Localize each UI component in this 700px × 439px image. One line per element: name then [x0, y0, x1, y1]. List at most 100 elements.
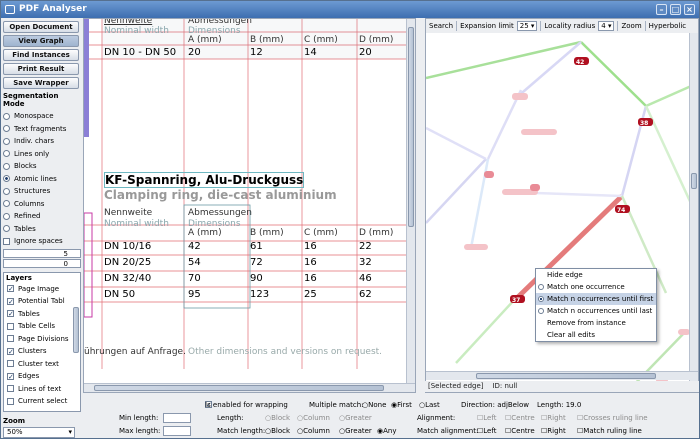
segmentation-option-label: Atomic lines — [14, 174, 57, 183]
segmentation-option[interactable]: Indiv. chars — [3, 135, 81, 148]
align-right-checkbox[interactable]: ☐ Right — [541, 414, 566, 422]
graph-hscroll[interactable] — [426, 371, 698, 380]
edge-context-menu[interactable]: Hide edge Match one occurrence Match n occ… — [535, 268, 657, 342]
segmentation-option[interactable]: Refined — [3, 210, 81, 223]
match-alignment-label: Match alignment: — [417, 427, 479, 435]
footer-de: ührungen auf Anfrage. — [84, 347, 186, 357]
ml-greater-radio[interactable]: ○ Greater — [339, 427, 372, 435]
layer-label: Lines of text — [18, 384, 62, 393]
control-panel: Open Document View Graph Find Instances … — [3, 18, 81, 438]
layer-checkbox[interactable]: Current select — [7, 395, 80, 408]
spinner-bottom[interactable]: 0 — [3, 258, 81, 268]
segmentation-option[interactable]: Lines only — [3, 148, 81, 161]
view-graph-button[interactable]: View Graph — [3, 35, 79, 47]
max-length-spinner[interactable] — [163, 426, 191, 436]
footer-en: Other dimensions and versions on request… — [188, 347, 383, 357]
checkbox-icon: ✓ — [7, 297, 14, 306]
context-menu-item[interactable]: Hide edge — [536, 269, 656, 281]
segmentation-option[interactable]: Monospace — [3, 110, 81, 123]
mm-last-radio[interactable]: ○ Last — [419, 401, 440, 409]
layer-label: Page Image — [18, 284, 60, 293]
app-icon — [5, 5, 15, 14]
len-greater-radio[interactable]: ○ Greater — [339, 414, 372, 422]
zoom-button[interactable]: Zoom — [621, 22, 641, 30]
layer-label: Potential Tabl — [18, 297, 65, 306]
segmentation-option[interactable]: Text fragments — [3, 123, 81, 136]
document-vscroll[interactable] — [406, 19, 415, 383]
ml-block-radio[interactable]: ○ Block — [265, 427, 290, 435]
layer-checkbox[interactable]: ✓ Tables — [7, 308, 80, 321]
print-result-button[interactable]: Print Result — [3, 63, 79, 75]
expansion-select[interactable]: 25 ▾ — [516, 21, 538, 31]
context-menu-item[interactable]: Remove from instance — [536, 317, 656, 329]
ignore-spaces-checkbox[interactable]: Ignore spaces — [3, 235, 81, 248]
segmentation-option[interactable]: Blocks — [3, 160, 81, 173]
layers-heading: Layers — [6, 273, 32, 282]
layers-list: Layers ✓ Page Image ✓ Potential Tabl ✓ Tables… — [3, 271, 81, 412]
ma-right-checkbox[interactable]: ☐ Right — [541, 427, 566, 435]
locality-label: Locality radius — [544, 22, 596, 30]
ml-any-radio[interactable]: ◉ Any — [377, 427, 396, 435]
find-instances-button[interactable]: Find Instances — [3, 49, 79, 61]
len-block-radio[interactable]: ○ Block — [265, 414, 290, 422]
column-header: D (mm) — [359, 228, 394, 238]
context-menu-item[interactable]: Match n occurrences until last — [536, 305, 656, 317]
context-menu-item[interactable]: Clear all edits — [536, 329, 656, 341]
match-ruling-checkbox[interactable]: ☐ Match ruling line — [577, 427, 642, 435]
layer-checkbox[interactable]: ✓ Edges — [7, 370, 80, 383]
document-view[interactable]: Nennweite Nominal width Abmessungen Dime… — [83, 18, 416, 393]
ml-column-radio[interactable]: ○ Column — [297, 427, 330, 435]
segmentation-option[interactable]: Tables — [3, 223, 81, 236]
len-column-radio[interactable]: ○ Column — [297, 414, 330, 422]
search-button[interactable]: Search — [429, 22, 453, 30]
menu-item-label: Match one occurrence — [547, 283, 625, 291]
maximize-icon[interactable]: □ — [670, 4, 681, 15]
mm-first-radio[interactable]: ◉ First — [391, 401, 412, 409]
segmentation-option[interactable]: Atomic lines — [3, 173, 81, 186]
table-bracket — [84, 212, 93, 318]
layers-scrollbar[interactable] — [73, 306, 79, 353]
minimize-icon[interactable]: – — [656, 4, 667, 15]
mm-none-radio[interactable]: ○ None — [362, 401, 386, 409]
layer-checkbox[interactable]: ✓ Potential Tabl — [7, 295, 80, 308]
close-icon[interactable]: × — [684, 4, 695, 15]
align-left-checkbox[interactable]: ☐ Left — [477, 414, 496, 422]
segmentation-option-label: Lines only — [14, 149, 50, 158]
checkbox-icon: ✓ — [7, 372, 14, 381]
segmentation-option-label: Columns — [14, 199, 45, 208]
segmentation-option-label: Indiv. chars — [14, 137, 55, 146]
layer-checkbox[interactable]: Page Divisions — [7, 333, 80, 346]
ma-left-checkbox[interactable]: ☐ Left — [477, 427, 496, 435]
context-menu-item[interactable]: Match n occurrences until first — [536, 293, 656, 305]
locality-select[interactable]: 4 ▾ — [598, 21, 615, 31]
product-subtitle: Clamping ring, die-cast aluminium — [104, 188, 337, 202]
table-cell: 72 — [250, 257, 263, 268]
min-length-spinner[interactable] — [163, 413, 191, 423]
column-header: C (mm) — [304, 35, 338, 45]
layer-checkbox[interactable]: ✓ Page Image — [7, 283, 80, 296]
layer-checkbox[interactable]: ✓ Clusters — [7, 345, 80, 358]
table-cell: 20 — [188, 47, 201, 58]
layer-checkbox[interactable]: Cluster text — [7, 358, 80, 371]
spinner-top[interactable]: 5 — [3, 248, 81, 258]
checkbox-icon — [7, 322, 14, 330]
open-document-button[interactable]: Open Document — [3, 21, 79, 33]
hyperbolic-button[interactable]: Hyperbolic — [649, 22, 687, 30]
save-wrapper-button[interactable]: Save Wrapper — [3, 77, 79, 89]
crosses-ruling-checkbox[interactable]: ☐ Crosses ruling line — [577, 414, 648, 422]
app-window: PDF Analyser – □ × Open Document View Gr… — [0, 0, 700, 439]
layer-checkbox[interactable]: Lines of text — [7, 383, 80, 396]
checkbox-icon: ✓ — [7, 347, 14, 356]
graph-vscroll[interactable] — [689, 33, 698, 381]
segmentation-option[interactable]: Structures — [3, 185, 81, 198]
table-cell: 42 — [188, 241, 201, 252]
column-header: B (mm) — [250, 228, 284, 238]
graph-toolbar: Search Expansion limit 25 ▾ Locality rad… — [426, 19, 698, 33]
document-hscroll[interactable] — [84, 383, 415, 392]
layer-checkbox[interactable]: Table Cells — [7, 320, 80, 333]
segmentation-option[interactable]: Columns — [3, 198, 81, 211]
align-centre-checkbox[interactable]: ☐ Centre — [505, 414, 535, 422]
ma-centre-checkbox[interactable]: ☐ Centre — [505, 427, 535, 435]
zoom-select[interactable]: 50% ▾ — [3, 426, 75, 438]
context-menu-item[interactable]: Match one occurrence — [536, 281, 656, 293]
